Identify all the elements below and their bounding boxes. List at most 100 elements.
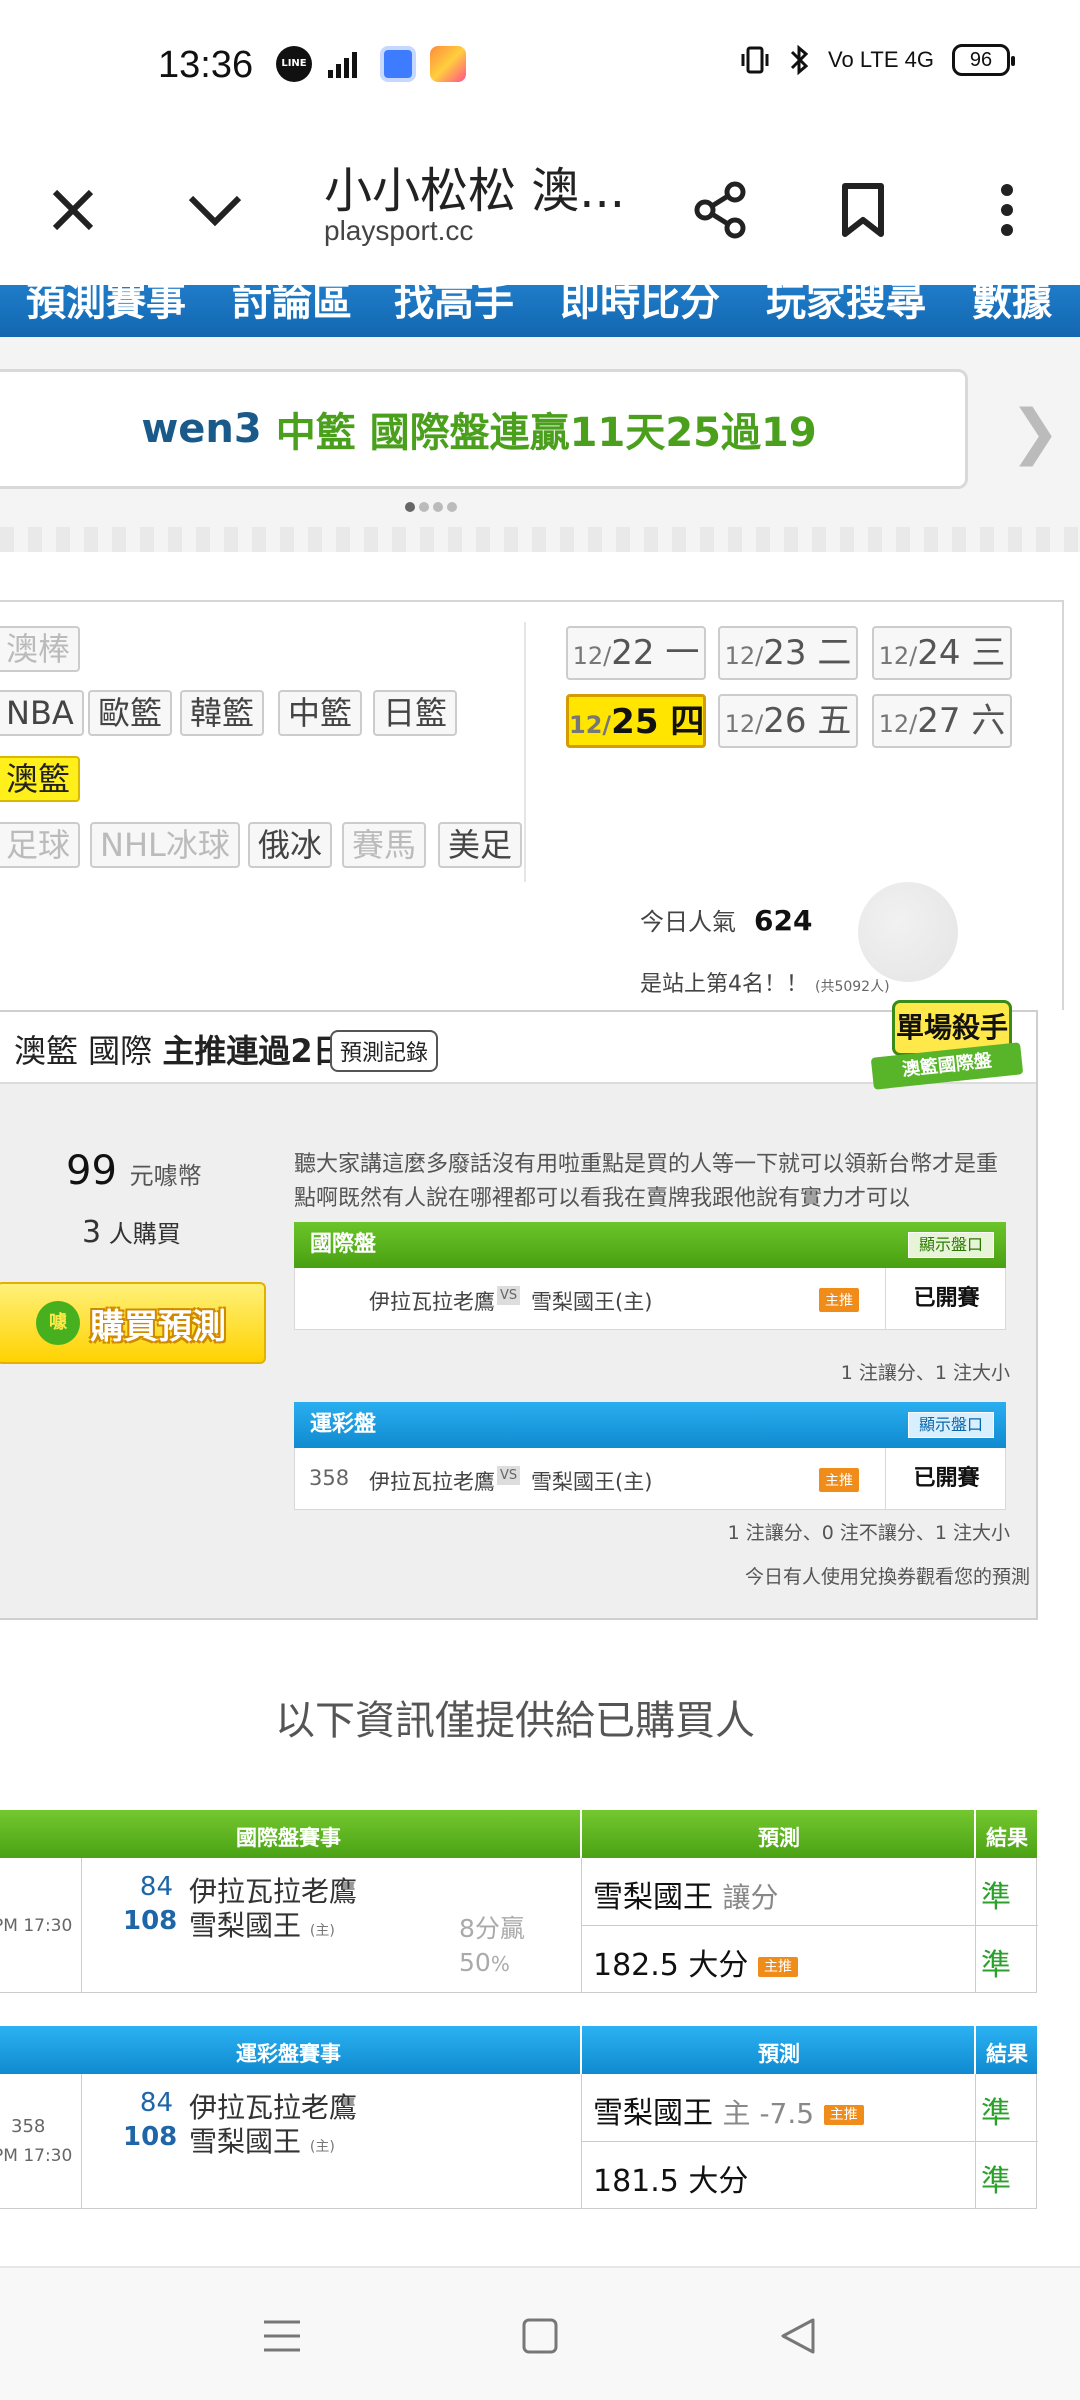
sport-tag-jp-basketball[interactable]: 日籃: [373, 690, 458, 736]
price: 99 元噱幣: [66, 1148, 202, 1194]
recent-apps-button[interactable]: [252, 2306, 312, 2366]
single-game-killer-badge: 單場殺手 澳籃國際盤: [870, 1000, 1024, 1090]
result-mark: 準: [981, 1948, 1011, 1983]
result-mark: 準: [981, 2096, 1011, 2131]
lottery-match-row: 358 伊拉瓦拉老鷹 VS 雪梨國王(主) 主推 已開賽: [294, 1448, 1006, 1510]
date-tab-1222[interactable]: 12/22 一: [566, 626, 706, 680]
away-score: 84: [139, 1872, 173, 1902]
nav-predict[interactable]: 預測賽事: [26, 285, 186, 327]
recommend-badge: 主推: [819, 1288, 859, 1312]
show-odds-button[interactable]: 顯示盤口: [907, 1412, 994, 1438]
nav-forum[interactable]: 討論區: [232, 285, 352, 327]
chevron-right-icon[interactable]: ❯: [1010, 397, 1060, 467]
date-month: 12/: [724, 710, 764, 738]
nav-experts[interactable]: 找高手: [394, 285, 514, 327]
battery-icon: 96: [952, 44, 1015, 76]
system-nav-bar: [0, 2268, 1080, 2400]
banner-user: wen3: [141, 406, 262, 452]
game-time: PM 17:30: [0, 1916, 73, 1936]
prediction-title-prefix: 澳籃 國際: [14, 1032, 153, 1070]
header-result: 結果: [986, 1826, 1028, 1850]
prediction-record-button[interactable]: 預測記錄: [330, 1030, 439, 1072]
sport-tag-eu-basketball[interactable]: 歐籃: [88, 690, 173, 736]
app-notification-icon: [380, 46, 416, 82]
chevron-down-icon: [188, 195, 242, 227]
share-button[interactable]: [676, 165, 766, 255]
collapse-button[interactable]: [170, 165, 260, 255]
pick-type: 讓分: [722, 1881, 779, 1914]
nav-livescore[interactable]: 即時比分: [560, 285, 720, 327]
recommend-badge: 主推: [819, 1468, 859, 1492]
prediction-pick: 181.5 大分: [593, 2164, 749, 2199]
home-score: 108: [123, 1906, 178, 1936]
intl-odds-title: 國際盤: [310, 1232, 377, 1257]
rank-label: 是站上第4名！！: [640, 972, 808, 997]
nav-player-search[interactable]: 玩家搜尋: [766, 285, 926, 327]
site-nav: 預測賽事 討論區 找高手 即時比分 玩家搜尋 數據: [0, 285, 1080, 337]
vibrate-icon: [741, 46, 769, 74]
lottery-odds-note: 1 注讓分、0 注不讓分、1 注大小: [727, 1522, 1010, 1544]
close-button[interactable]: [28, 165, 118, 255]
date-tab-1224[interactable]: 12/24 三: [872, 626, 1012, 680]
sport-tag-khl[interactable]: 俄冰: [248, 822, 333, 868]
sport-tag-nhl[interactable]: NHL冰球: [90, 822, 240, 868]
status-bar: 13:36 LINE Vo LTE 4G 96: [0, 0, 1080, 135]
date-day: 27 六: [917, 701, 1006, 741]
nav-stats[interactable]: 數據: [972, 285, 1052, 327]
sport-tag-horse-racing[interactable]: 賽馬: [342, 822, 427, 868]
bookmark-button[interactable]: [818, 165, 908, 255]
home-mark: (主): [309, 2139, 335, 2155]
vs-icon: VS: [497, 1466, 521, 1485]
promo-banner[interactable]: wen3 中籃 國際盤連贏11天25過19: [0, 369, 968, 489]
sport-tag-nfl[interactable]: 美足: [438, 822, 523, 868]
prediction-description: 聽大家講這麼多廢話沒有用啦重點是買的人等一下就可以領新台幣才是重點啊既然有人說在…: [294, 1152, 999, 1211]
sport-tag-soccer[interactable]: 足球: [0, 822, 81, 868]
margin-text: 8分贏: [459, 1914, 525, 1943]
header-game: 運彩盤賽事: [236, 2042, 341, 2066]
sport-tag-nba[interactable]: NBA: [0, 690, 84, 736]
bookmark-icon: [842, 183, 884, 237]
buy-prediction-button[interactable]: 噱 購買預測: [0, 1282, 266, 1364]
table-header: 運彩盤賽事 預測 結果: [0, 2026, 1037, 2074]
vs-icon: VS: [497, 1286, 521, 1305]
home-team: 雪梨國王 (主): [189, 2120, 335, 2160]
date-tab-1223[interactable]: 12/23 二: [718, 626, 858, 680]
divider: [580, 2026, 582, 2074]
sport-tag-cn-basketball[interactable]: 中籃: [278, 690, 363, 736]
date-tab-1225[interactable]: 12/25 四: [566, 694, 706, 748]
lottery-odds-title: 運彩盤: [310, 1412, 377, 1437]
sport-tag-aus-baseball[interactable]: 澳棒: [0, 626, 81, 672]
sport-tag-kr-basketball[interactable]: 韓籃: [180, 690, 265, 736]
recommend-badge: 主推: [757, 1957, 798, 1977]
sport-tag-aus-basketball[interactable]: 澳籃: [0, 756, 81, 802]
game-time: PM 17:30: [0, 2146, 73, 2166]
match-status: 已開賽: [885, 1268, 1007, 1330]
game-notification-icon: [430, 46, 466, 82]
header-result: 結果: [986, 2042, 1028, 2066]
home-team-name: 雪梨國王: [189, 1909, 302, 1942]
date-month: 12/: [569, 711, 612, 739]
back-button[interactable]: [768, 2306, 828, 2366]
buy-button-label: 購買預測: [90, 1306, 226, 1347]
lottery-result-table: 運彩盤賽事 預測 結果 358 PM 17:30 84 伊拉瓦拉老鷹 108 雪…: [0, 2026, 1038, 2209]
date-tab-1227[interactable]: 12/27 六: [872, 694, 1012, 748]
popularity: 今日人氣 624: [640, 902, 812, 937]
header-game: 國際盤賽事: [236, 1826, 341, 1850]
more-options-button[interactable]: [962, 165, 1052, 255]
rank-text: 是站上第4名！！ (共5092人): [640, 966, 890, 998]
lottery-odds-header: 運彩盤 顯示盤口: [294, 1402, 1006, 1448]
buyers: 3 人購買: [82, 1214, 181, 1250]
date-day: 24 三: [917, 633, 1006, 673]
banner-text: 中籃 國際盤連贏11天25過19: [275, 410, 817, 456]
lottery-odds-box: 運彩盤 顯示盤口 358 伊拉瓦拉老鷹 VS 雪梨國王(主) 主推 已開賽: [294, 1402, 1006, 1510]
home-button[interactable]: [510, 2306, 570, 2366]
margin-pct: 50: [459, 1948, 491, 1977]
divider: [81, 2074, 82, 2209]
ticket-note: 今日有人使用兌換券觀看您的預測: [744, 1566, 1030, 1588]
away-score: 84: [139, 2088, 173, 2118]
price-value: 99: [66, 1148, 117, 1194]
intl-match-row: 伊拉瓦拉老鷹 VS 雪梨國王(主) 主推 已開賽: [294, 1268, 1006, 1330]
divider: [0, 527, 1080, 552]
date-tab-1226[interactable]: 12/26 五: [718, 694, 858, 748]
show-odds-button[interactable]: 顯示盤口: [907, 1232, 994, 1258]
